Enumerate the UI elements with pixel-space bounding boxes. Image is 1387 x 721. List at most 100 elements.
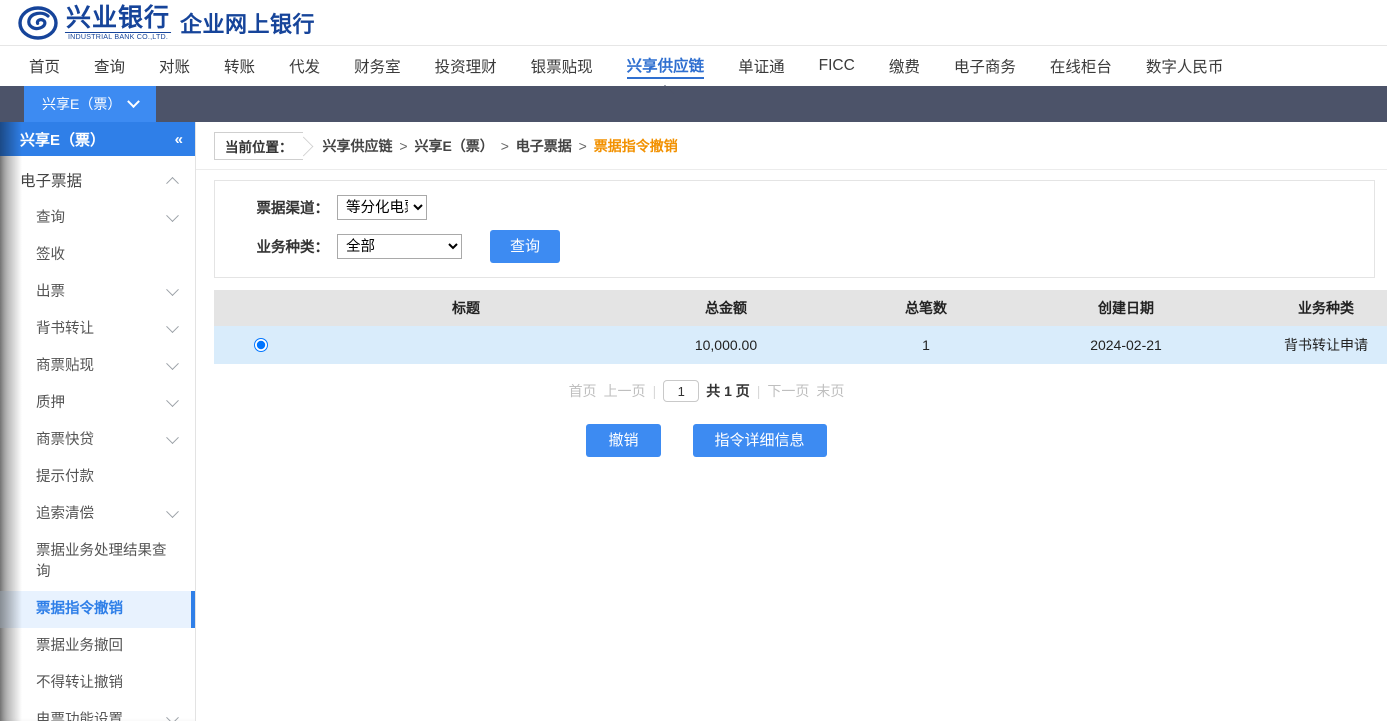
chevron-down-icon [166, 505, 179, 519]
biztype-label: 业务种类： [256, 240, 330, 256]
sidebar-item-label: 票据业务撤回 [36, 638, 123, 655]
breadcrumb-path: 兴享供应链 > 兴享E（票） > 电子票据 > 票据指令撤销 [323, 136, 678, 156]
results-table-wrapper: 标题 总金额 总笔数 创建日期 业务种类 是否在线融资 [214, 290, 1387, 364]
sidebar-item-function-settings[interactable]: 电票功能设置 [0, 702, 195, 721]
table-header-count: 总笔数 [826, 290, 1026, 326]
breadcrumb-separator: > [399, 138, 408, 154]
form-row-biztype: 业务种类： 全部 查询 [215, 230, 1374, 263]
nav-item-11[interactable]: 缴费 [872, 46, 937, 86]
sidebar-item-endorsement[interactable]: 背书转让 [0, 311, 195, 348]
sidebar-menu: 电子票据 查询 签收 出票 背书转让 商票贴现 质押 商票快贷 提示付款 追索清… [0, 156, 195, 721]
app-header: 兴业银行 INDUSTRIAL BANK CO.,LTD. 企业网上银行 [0, 0, 1387, 45]
row-title [306, 326, 626, 364]
sidebar-item-instruction-cancel[interactable]: 票据指令撤销 [0, 591, 195, 629]
breadcrumb-separator: > [578, 138, 587, 154]
subnav-tab-label: 兴享E（票） [42, 96, 122, 112]
sidebar-item-quick-loan[interactable]: 商票快贷 [0, 422, 195, 459]
sidebar-item-issue[interactable]: 出票 [0, 274, 195, 311]
nav-item-12[interactable]: 电子商务 [937, 46, 1033, 86]
row-create-date: 2024-02-21 [1026, 326, 1226, 364]
sidebar-item-electronic-bill[interactable]: 电子票据 [0, 160, 195, 200]
breadcrumb: 当前位置： 兴享供应链 > 兴享E（票） > 电子票据 > 票据指令撤销 [196, 122, 1387, 170]
instruction-detail-button[interactable]: 指令详细信息 [692, 424, 827, 457]
row-biz-type: 背书转让申请 [1226, 326, 1387, 364]
breadcrumb-item-1[interactable]: 兴享E（票） [414, 138, 493, 154]
page-root: 兴业银行 INDUSTRIAL BANK CO.,LTD. 企业网上银行 首页 … [0, 0, 1387, 721]
row-amount: 10,000.00 [626, 326, 826, 364]
breadcrumb-item-0[interactable]: 兴享供应链 [323, 138, 393, 154]
sidebar-item-label: 出票 [36, 284, 65, 301]
pagination-prev[interactable]: 上一页 [604, 381, 646, 401]
product-name: 企业网上银行 [180, 12, 316, 38]
nav-item-1[interactable]: 查询 [77, 46, 142, 86]
table-header-title: 标题 [306, 290, 626, 326]
nav-item-14[interactable]: 数字人民币 [1129, 46, 1241, 86]
sidebar-item-recourse[interactable]: 追索清偿 [0, 496, 195, 533]
nav-item-0[interactable]: 首页 [12, 46, 77, 86]
sidebar-item-label: 票据业务处理结果查询 [36, 543, 167, 581]
cancel-instruction-button[interactable]: 撤销 [586, 424, 661, 457]
sidebar-item-result-query[interactable]: 票据业务处理结果查询 [0, 533, 195, 591]
sidebar-item-non-transfer-cancel[interactable]: 不得转让撤销 [0, 665, 195, 702]
table-header-amount: 总金额 [626, 290, 826, 326]
sidebar-item-query[interactable]: 查询 [0, 200, 195, 237]
industrial-bank-logo-icon [18, 5, 58, 41]
query-form-panel: 票据渠道： 等分化电票 业务种类： 全部 查询 [214, 180, 1375, 278]
sidebar-header[interactable]: 兴享E（票） « [0, 122, 195, 156]
sidebar-item-label: 不得转让撤销 [36, 675, 123, 692]
chevron-down-icon [166, 320, 179, 334]
pagination: 首页 上一页 | 共 1 页 | 下一页 末页 [196, 380, 1217, 402]
nav-item-2[interactable]: 对账 [142, 46, 207, 86]
sidebar-item-label: 商票快贷 [36, 432, 94, 449]
sidebar-title: 兴享E（票） [20, 131, 106, 149]
table-header-date: 创建日期 [1026, 290, 1226, 326]
sidebar-item-label: 追索清偿 [36, 506, 94, 523]
pagination-first[interactable]: 首页 [569, 381, 597, 401]
body-wrapper: 兴享E（票） « 电子票据 查询 签收 出票 背书转让 商票贴现 质押 商票快贷… [0, 122, 1387, 721]
chevron-down-icon [166, 431, 179, 445]
sidebar-item-payment-reminder[interactable]: 提示付款 [0, 459, 195, 496]
sidebar-item-sign[interactable]: 签收 [0, 237, 195, 274]
sidebar-item-label: 签收 [36, 247, 65, 264]
sidebar-item-label: 电票功能设置 [36, 712, 123, 721]
chevron-down-icon [166, 711, 179, 721]
pagination-divider: | [652, 383, 657, 399]
nav-item-6[interactable]: 投资理财 [418, 46, 514, 86]
sidebar-item-business-withdraw[interactable]: 票据业务撤回 [0, 628, 195, 665]
nav-item-supply-chain[interactable]: 兴享供应链 [610, 46, 722, 94]
pagination-page-input[interactable] [663, 380, 700, 402]
sidebar-item-discount[interactable]: 商票贴现 [0, 348, 195, 385]
bank-name-en: INDUSTRIAL BANK CO.,LTD. [64, 31, 172, 41]
pagination-last[interactable]: 末页 [816, 381, 844, 401]
biztype-select[interactable]: 全部 [337, 234, 462, 259]
sidebar-item-label: 质押 [36, 395, 65, 412]
table-header-biztype: 业务种类 [1226, 290, 1387, 326]
bank-name-block: 兴业银行 INDUSTRIAL BANK CO.,LTD. [64, 2, 172, 41]
bank-name-cn: 兴业银行 [66, 2, 171, 32]
channel-label: 票据渠道： [256, 201, 330, 217]
nav-item-9[interactable]: 单证通 [721, 46, 802, 86]
sidebar-item-label: 提示付款 [36, 469, 94, 486]
breadcrumb-item-2[interactable]: 电子票据 [516, 138, 572, 154]
results-table: 标题 总金额 总笔数 创建日期 业务种类 是否在线融资 [214, 290, 1387, 364]
nav-item-5[interactable]: 财务室 [337, 46, 418, 86]
nav-item-10[interactable]: FICC [802, 46, 872, 86]
pagination-next[interactable]: 下一页 [767, 381, 809, 401]
channel-select[interactable]: 等分化电票 [337, 195, 427, 220]
sidebar-item-label: 票据指令撤销 [36, 601, 123, 618]
query-button[interactable]: 查询 [490, 230, 561, 263]
nav-item-13[interactable]: 在线柜台 [1033, 46, 1129, 86]
collapse-sidebar-icon[interactable]: « [175, 131, 183, 148]
nav-item-4[interactable]: 代发 [272, 46, 337, 86]
nav-item-3[interactable]: 转账 [207, 46, 272, 86]
chevron-down-icon [166, 394, 179, 408]
nav-item-7[interactable]: 银票贴现 [514, 46, 610, 86]
breadcrumb-prefix: 当前位置： [214, 132, 303, 160]
row-select-cell[interactable] [214, 326, 306, 364]
chevron-down-icon [166, 283, 179, 297]
subnav-tab-xiangxiang-e[interactable]: 兴享E（票） [24, 86, 157, 122]
sidebar-item-pledge[interactable]: 质押 [0, 385, 195, 422]
sidebar-item-label: 电子票据 [20, 173, 83, 190]
row-radio-button[interactable] [254, 338, 268, 352]
table-row[interactable]: 10,000.00 1 2024-02-21 背书转让申请 否 [214, 326, 1387, 364]
